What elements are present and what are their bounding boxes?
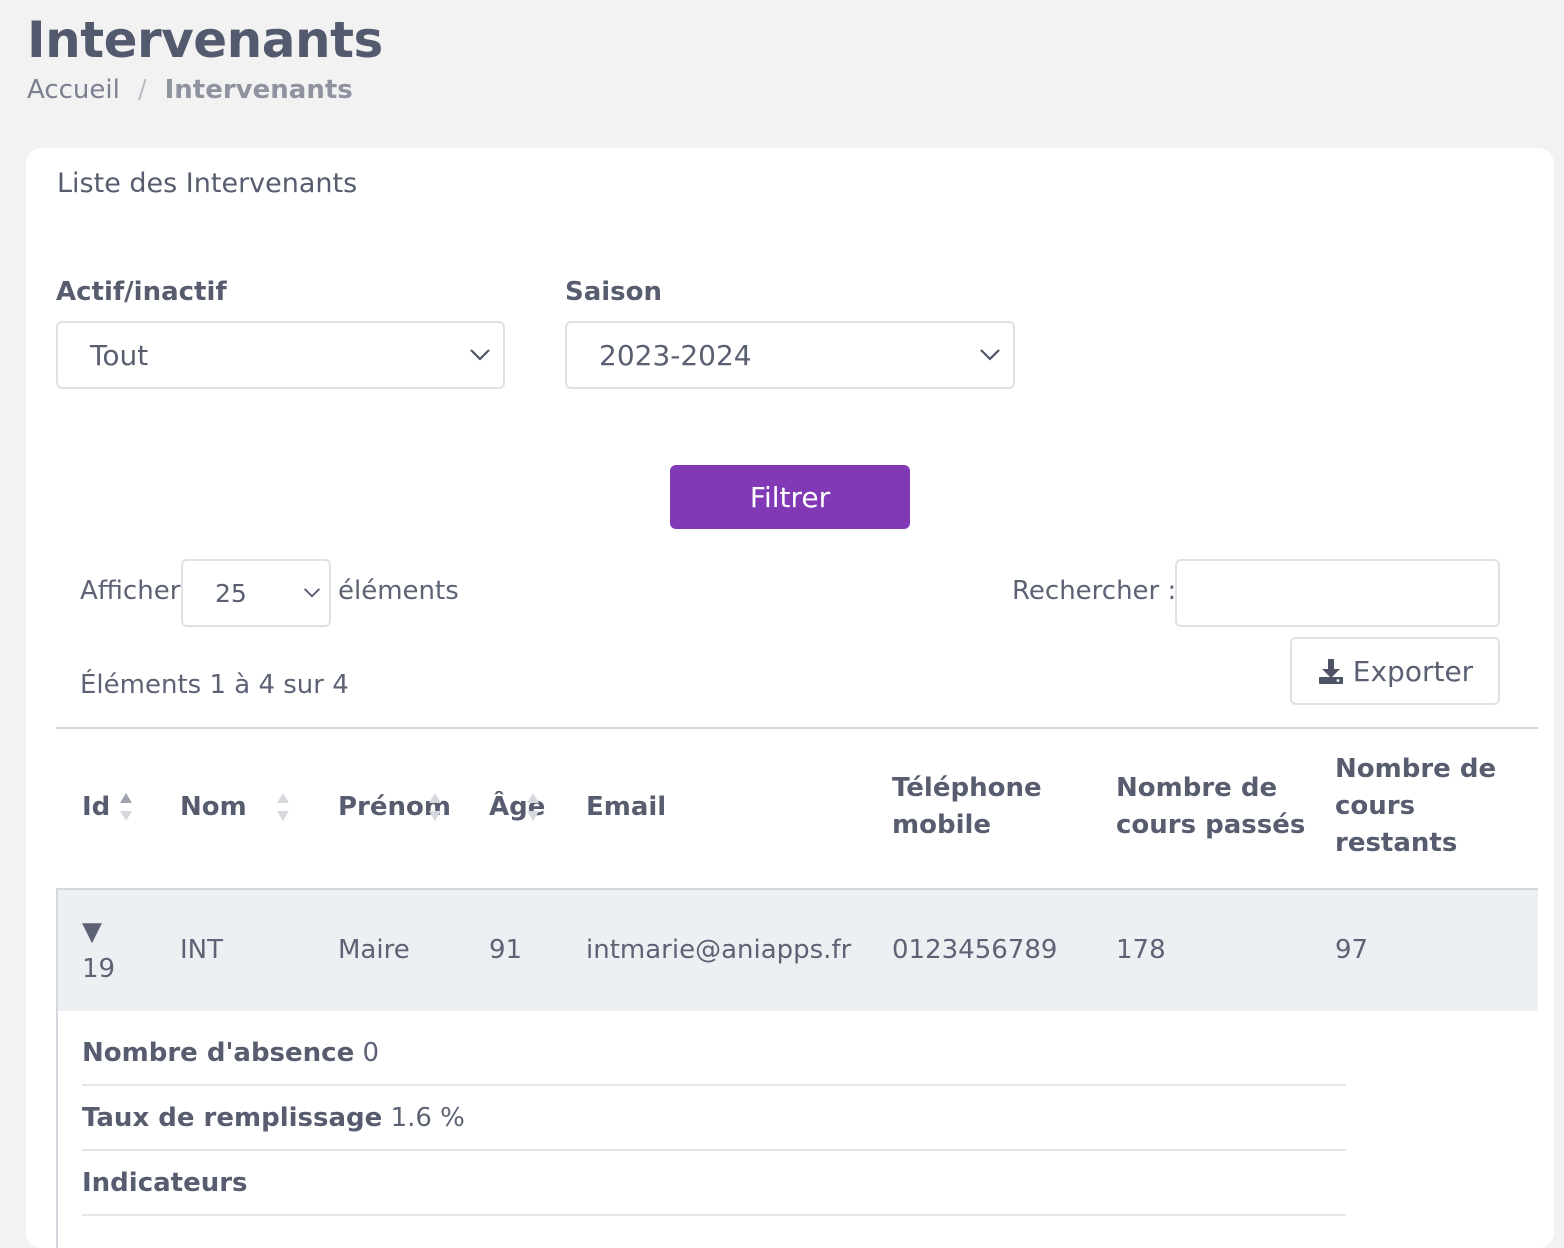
cell-past-courses: 178 [1116, 935, 1166, 965]
cell-prenom: Maire [338, 935, 410, 965]
breadcrumb-home-link[interactable]: Accueil [27, 74, 120, 106]
sort-icon[interactable] [118, 789, 134, 825]
detail-fill-rate-value: 1.6 % [390, 1103, 465, 1133]
detail-indicators-label: Indicateurs [82, 1168, 248, 1198]
show-entries-suffix: éléments [338, 576, 459, 606]
detail-divider [82, 1214, 1346, 1216]
page-title: Intervenants [27, 11, 383, 69]
show-entries-prefix: Afficher [80, 576, 181, 606]
status-filter-value: Tout [90, 338, 149, 372]
chevron-down-icon [980, 349, 1000, 361]
download-icon [1318, 659, 1343, 684]
detail-absence: Nombre d'absence 0 [82, 1035, 379, 1072]
detail-absence-label: Nombre d'absence [82, 1038, 355, 1068]
page-size-value: 25 [215, 578, 247, 608]
expand-caret-icon[interactable]: ▼ [82, 914, 102, 951]
search-input[interactable] [1175, 559, 1500, 627]
detail-absence-value: 0 [362, 1038, 380, 1068]
column-header-past-line: cours passés [1116, 810, 1306, 840]
column-header-past-courses[interactable]: Nombre de cours passés [1116, 770, 1305, 844]
column-header-id[interactable]: Id [82, 789, 110, 826]
season-filter-value: 2023-2024 [599, 338, 752, 372]
table-info: Éléments 1 à 4 sur 4 [80, 670, 349, 700]
data-table: Id Nom Prénom Âge Email Téléphone mobile… [56, 727, 1538, 1248]
column-header-past-line: Nombre de [1116, 773, 1278, 803]
column-header-email[interactable]: Email [586, 789, 666, 826]
card-title: Liste des Intervenants [57, 168, 358, 199]
detail-fill-rate-label: Taux de remplissage [82, 1103, 383, 1133]
sort-icon[interactable] [427, 789, 443, 825]
cell-remaining-courses: 97 [1335, 935, 1369, 965]
export-button[interactable]: Exporter [1290, 637, 1500, 705]
breadcrumb-separator: / [137, 75, 147, 105]
breadcrumb: Accueil / Intervenants [27, 74, 353, 106]
cell-nom: INT [180, 935, 223, 965]
detail-divider [82, 1084, 1346, 1086]
column-header-nom[interactable]: Nom [180, 789, 247, 826]
status-filter-select[interactable]: Tout [56, 321, 505, 389]
column-header-remaining-line: Nombre de [1335, 754, 1497, 784]
detail-indicators: Indicateurs [82, 1165, 248, 1202]
season-filter-select[interactable]: 2023-2024 [565, 321, 1015, 389]
column-header-phone[interactable]: Téléphone mobile [892, 770, 1042, 844]
detail-divider [82, 1149, 1346, 1151]
search-label: Rechercher : [1012, 576, 1177, 606]
list-card: Liste des Intervenants Actif/inactif Tou… [26, 148, 1554, 1248]
cell-id: 19 [82, 954, 116, 984]
chevron-down-icon [303, 588, 321, 598]
export-label: Exporter [1352, 654, 1474, 688]
column-header-remaining-courses[interactable]: Nombre de cours restants [1335, 751, 1496, 862]
breadcrumb-current: Intervenants [164, 75, 353, 105]
sort-icon[interactable] [525, 789, 541, 825]
season-filter-label: Saison [565, 277, 663, 307]
table-top-border [56, 727, 1538, 729]
sort-icon[interactable] [275, 789, 291, 825]
table-row[interactable]: ▼ 19 INT Maire 91 intmarie@aniapps.fr 01… [56, 890, 1538, 1011]
column-header-remaining-line: restants [1335, 828, 1458, 858]
filter-button[interactable]: Filtrer [670, 465, 910, 529]
table-left-border [56, 890, 58, 1248]
cell-email: intmarie@aniapps.fr [586, 935, 852, 965]
status-filter-label: Actif/inactif [56, 277, 227, 307]
cell-phone: 0123456789 [892, 935, 1058, 965]
column-header-phone-line: mobile [892, 810, 992, 840]
column-header-phone-line: Téléphone [892, 773, 1042, 803]
detail-fill-rate: Taux de remplissage 1.6 % [82, 1100, 465, 1137]
cell-age: 91 [489, 935, 523, 965]
column-header-remaining-line: cours [1335, 791, 1416, 821]
chevron-down-icon [470, 349, 490, 361]
page-size-select[interactable]: 25 [181, 559, 331, 627]
